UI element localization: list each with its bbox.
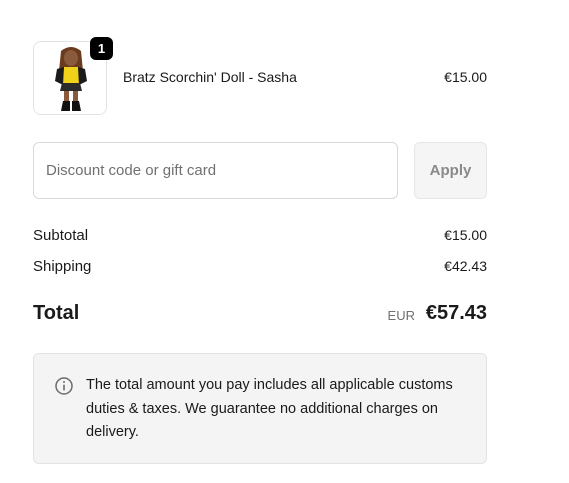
currency-code: EUR [387,308,415,323]
shipping-value: €42.43 [444,258,487,274]
line-item: 1 Bratz Scorchin' Doll - Sasha €15.00 [33,37,487,115]
total-row: Total EUR €57.43 [33,302,487,330]
discount-code-input[interactable] [33,142,398,199]
order-summary: 1 Bratz Scorchin' Doll - Sasha €15.00 Ap… [0,0,569,483]
total-value: €57.43 [425,302,487,324]
shipping-label: Shipping [33,258,92,275]
apply-discount-button[interactable]: Apply [414,142,487,199]
info-icon [55,377,73,395]
total-label: Total [33,302,80,324]
product-price: €15.00 [444,69,487,85]
product-name: Bratz Scorchin' Doll - Sasha [123,69,297,85]
quantity-badge: 1 [90,37,113,60]
subtotal-value: €15.00 [444,227,487,243]
duties-notice-text: The total amount you pay includes all ap… [86,377,453,440]
duties-notice: The total amount you pay includes all ap… [33,353,487,464]
subtotal-label: Subtotal [33,227,89,244]
product-thumbnail: 1 [33,37,113,115]
